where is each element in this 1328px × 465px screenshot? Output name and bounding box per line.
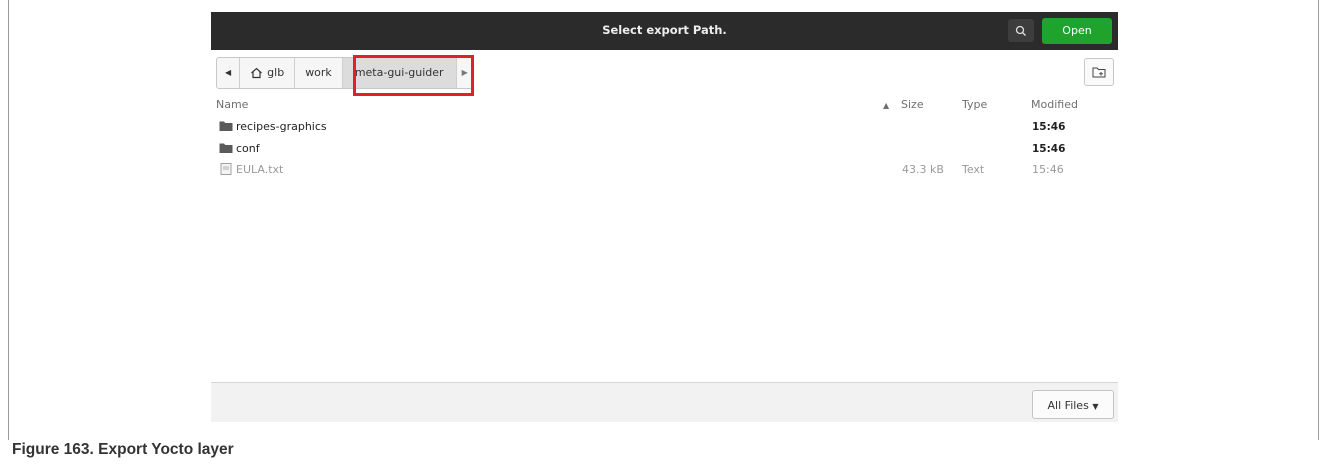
- file-row[interactable]: EULA.txt 43.3 kB Text 15:46: [211, 159, 1118, 181]
- file-name: conf: [236, 142, 260, 155]
- file-filter-dropdown[interactable]: All Files ▼: [1032, 390, 1114, 419]
- dialog-footer: All Files ▼: [211, 383, 1118, 422]
- path-crumb-label: work: [305, 66, 332, 79]
- path-crumb-work[interactable]: work: [295, 58, 343, 88]
- file-filter-label: All Files: [1047, 399, 1089, 412]
- dialog-titlebar: Select export Path. Open: [211, 12, 1118, 50]
- figure-caption: Figure 163. Export Yocto layer: [12, 441, 234, 458]
- folder-icon: [219, 121, 233, 131]
- search-icon: [1015, 25, 1026, 36]
- sort-ascending-icon[interactable]: ▲: [883, 101, 889, 110]
- column-header-size[interactable]: Size: [901, 98, 924, 111]
- new-folder-icon: [1092, 67, 1106, 78]
- dialog-title: Select export Path.: [602, 23, 727, 37]
- column-header-name[interactable]: Name: [216, 98, 248, 111]
- new-folder-button[interactable]: [1084, 58, 1114, 86]
- text-file-icon: [220, 163, 232, 175]
- frame-right-border: [1318, 0, 1319, 440]
- file-name: EULA.txt: [236, 163, 284, 176]
- file-chooser-dialog: Select export Path. Open ◀ glb work meta…: [211, 12, 1118, 422]
- column-header-modified[interactable]: Modified: [1031, 98, 1078, 111]
- file-modified: 15:46: [1032, 143, 1066, 155]
- home-icon: [251, 67, 263, 79]
- file-row[interactable]: conf 15:46: [211, 138, 1118, 160]
- search-button[interactable]: [1008, 19, 1034, 42]
- file-modified: 15:46: [1032, 163, 1064, 176]
- path-crumb-glb[interactable]: glb: [240, 58, 296, 88]
- column-header-type[interactable]: Type: [962, 98, 987, 111]
- folder-icon: [219, 143, 233, 153]
- file-name: recipes-graphics: [236, 120, 327, 133]
- chevron-down-icon: ▼: [1092, 402, 1099, 411]
- path-crumb-label: glb: [267, 66, 285, 79]
- path-back-button[interactable]: ◀: [217, 58, 241, 88]
- frame-left-border: [8, 0, 9, 440]
- open-button[interactable]: Open: [1042, 18, 1112, 44]
- file-modified: 15:46: [1032, 121, 1066, 133]
- file-row[interactable]: recipes-graphics 15:46: [211, 116, 1118, 138]
- file-type: Text: [962, 163, 985, 176]
- file-size: 43.3 kB: [902, 163, 944, 176]
- highlight-box: [353, 55, 474, 96]
- chevron-left-icon: ◀: [225, 68, 232, 77]
